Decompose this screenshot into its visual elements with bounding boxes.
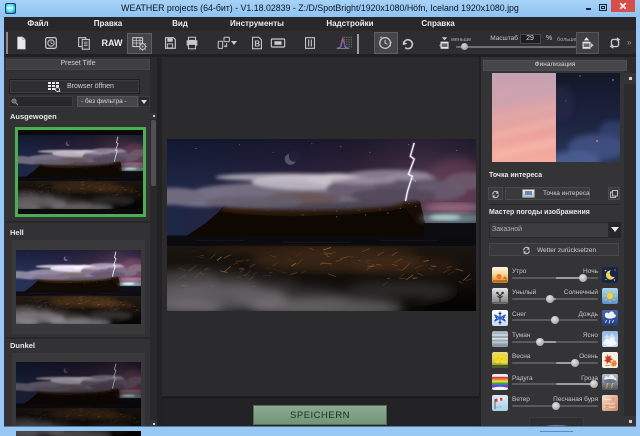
- svg-text:B: B: [254, 40, 260, 49]
